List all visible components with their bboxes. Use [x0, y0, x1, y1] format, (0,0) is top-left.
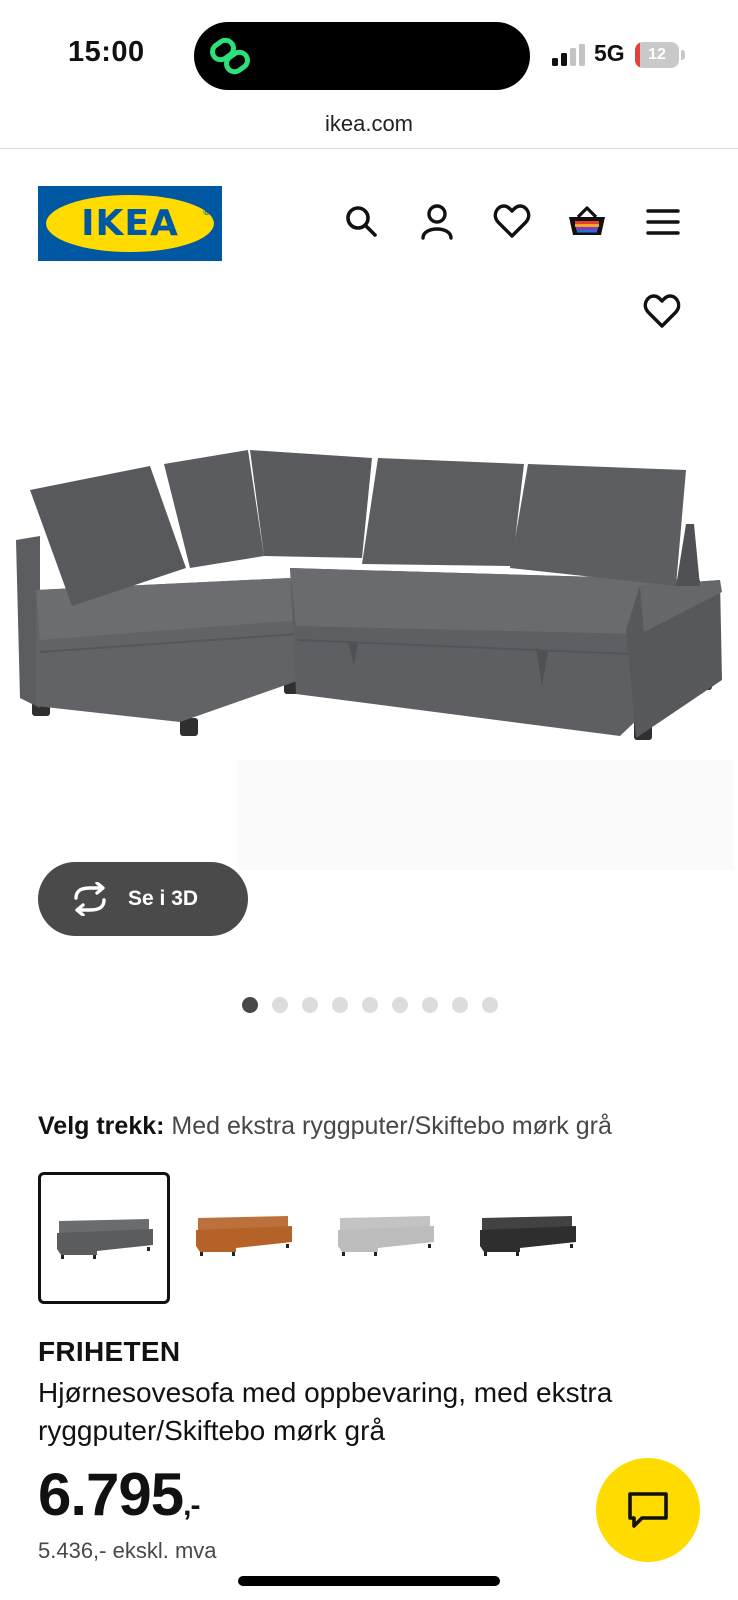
carousel-dot[interactable] [272, 997, 288, 1013]
carousel-dot[interactable] [332, 997, 348, 1013]
link-app-icon [210, 37, 250, 75]
chat-icon [628, 1492, 668, 1528]
sofa-thumbnail [196, 1216, 292, 1256]
variant-value: Med ekstra ryggputer/Skiftebo mørk grå [171, 1112, 612, 1140]
heart-icon[interactable] [492, 202, 532, 242]
battery-level: 12 [648, 46, 666, 63]
logo-text: IKEA [81, 203, 179, 244]
carousel-dot[interactable] [452, 997, 468, 1013]
divider [0, 148, 738, 149]
rotate-3d-icon [74, 882, 106, 916]
carousel-dot[interactable] [362, 997, 378, 1013]
search-icon[interactable] [342, 202, 382, 242]
home-indicator [238, 1576, 500, 1586]
sofa-thumbnail [480, 1216, 576, 1256]
ikea-logo[interactable]: IKEA ® [38, 186, 222, 261]
carousel-dot[interactable] [482, 997, 498, 1013]
address-bar[interactable]: ikea.com [0, 104, 738, 148]
carousel-dots [242, 997, 498, 1013]
view-in-3d-label: Se i 3D [128, 887, 199, 910]
menu-icon[interactable] [643, 202, 683, 242]
chat-button[interactable] [596, 1458, 700, 1562]
variant-swatch[interactable] [38, 1172, 170, 1304]
sofa-thumbnail [338, 1216, 434, 1256]
logo-registered-mark: ® [203, 207, 210, 217]
price-suffix: ,- [183, 1489, 200, 1522]
view-in-3d-button[interactable]: Se i 3D [38, 862, 248, 936]
status-bar: 15:00 5G 12 [0, 0, 738, 110]
variant-swatch[interactable] [180, 1172, 312, 1304]
network-type: 5G [594, 40, 625, 66]
product-name: FRIHETEN [38, 1336, 181, 1367]
signal-icon [552, 44, 585, 66]
carousel-dot[interactable] [302, 997, 318, 1013]
carousel-dot[interactable] [242, 997, 258, 1013]
product-description: Hjørnesovesofa med oppbevaring, med ekst… [38, 1377, 613, 1446]
sofa-thumbnail [57, 1219, 153, 1259]
status-time: 15:00 [68, 36, 145, 68]
product-image[interactable] [0, 440, 738, 780]
add-to-favourites-heart-icon[interactable] [642, 292, 682, 332]
variant-selector-label: Velg trekk: Med ekstra ryggputer/Skifteb… [38, 1112, 612, 1141]
variant-heading: Velg trekk: [38, 1112, 165, 1140]
account-icon[interactable] [417, 202, 457, 242]
carousel-dot[interactable] [422, 997, 438, 1013]
basket-icon[interactable] [567, 202, 607, 242]
variant-swatch[interactable] [322, 1172, 454, 1304]
product-price: 6.795,- [38, 1460, 201, 1529]
battery-icon: 12 [635, 42, 685, 68]
variant-swatches [38, 1172, 638, 1304]
price-excluding-vat: 5.436,- ekskl. mva [38, 1538, 217, 1563]
carousel-dot[interactable] [392, 997, 408, 1013]
site-header: IKEA ® [0, 150, 738, 270]
dynamic-island [194, 22, 530, 90]
variant-swatch[interactable] [464, 1172, 596, 1304]
price-value: 6.795 [38, 1461, 184, 1528]
